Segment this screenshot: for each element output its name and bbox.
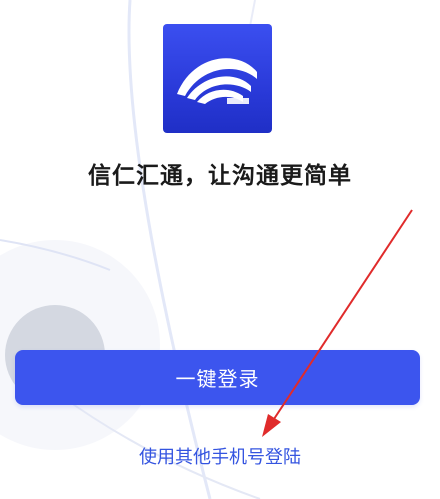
one-click-login-button[interactable]: 一键登录 — [15, 350, 420, 405]
app-slogan: 信仁汇通，让沟通更简单 — [88, 163, 352, 189]
wave-logo-icon — [177, 58, 257, 104]
other-phone-login-link[interactable]: 使用其他手机号登陆 — [0, 443, 440, 469]
app-logo — [163, 24, 272, 133]
